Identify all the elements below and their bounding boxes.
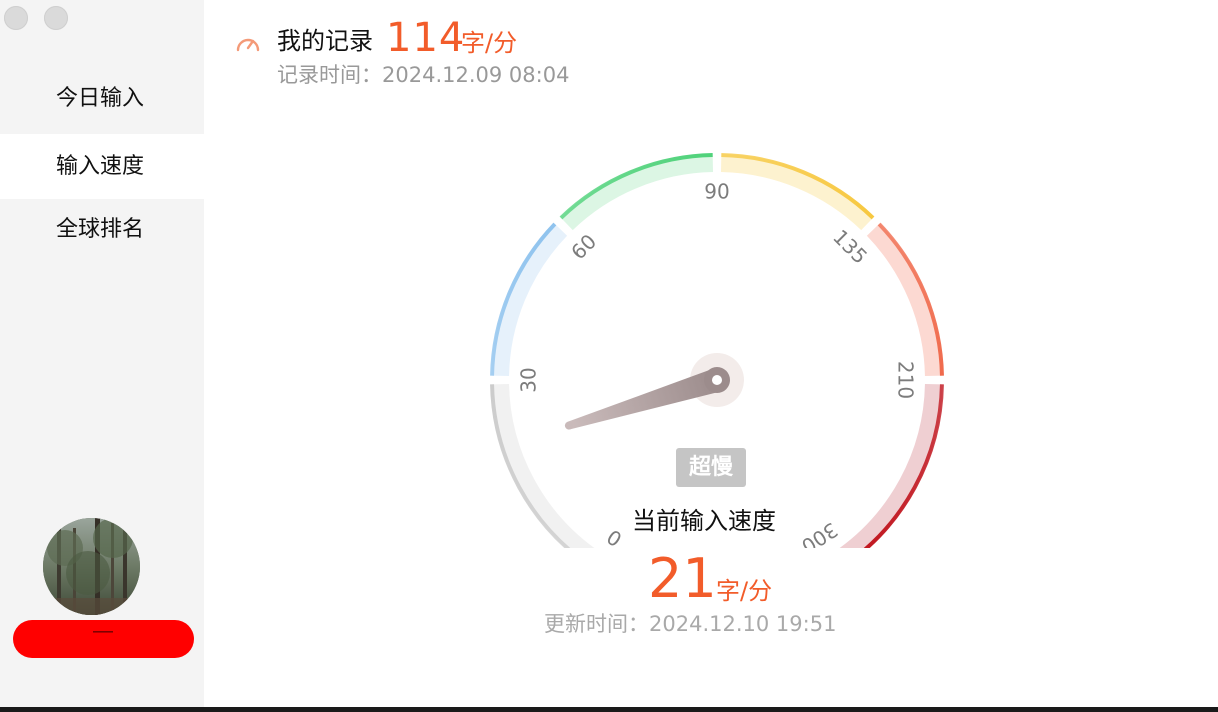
my-record-label: 我的记录: [277, 27, 373, 55]
window-minimize-icon[interactable]: [44, 6, 68, 30]
gauge-band-red: [839, 383, 943, 548]
sidebar-item-label: 今日输入: [56, 86, 145, 111]
gauge-tick-label: 60: [566, 229, 601, 264]
my-record-unit: 字/分: [461, 29, 518, 57]
sidebar-item-label: 全球排名: [56, 217, 145, 242]
current-speed-value: 21: [648, 547, 717, 610]
speed-level-badge: 超慢: [676, 448, 746, 487]
update-time: 更新时间：2024.12.10 19:51: [544, 612, 837, 636]
gauge-tick-label: 90: [704, 180, 729, 204]
gauge-tick-label: 135: [828, 225, 872, 269]
my-record-value: 114: [386, 15, 466, 61]
window-close-icon[interactable]: [4, 6, 28, 30]
bottom-red-button[interactable]: —: [13, 620, 194, 658]
bottom-button-label: —: [93, 620, 114, 642]
gauge-band-gray: [491, 383, 595, 548]
sidebar-item-label: 输入速度: [56, 154, 145, 179]
gauge-needle: [567, 368, 721, 430]
sidebar-item-today-input[interactable]: 今日输入: [0, 66, 204, 131]
avatar-forest-image: [43, 518, 140, 615]
gauge-tick-label: 210: [894, 361, 918, 399]
avatar[interactable]: [43, 518, 140, 615]
gauge-tick-label: 30: [517, 367, 541, 392]
current-speed-caption: 当前输入速度: [632, 507, 776, 535]
sidebar: 今日输入 输入速度 全球排名 —: [0, 0, 204, 707]
sidebar-item-global-ranking[interactable]: 全球排名: [0, 197, 204, 262]
app-window: 今日输入 输入速度 全球排名 — 我的记录 114 字/分 记录时间：2024.…: [0, 0, 1218, 712]
needle-hub-dot: [712, 375, 722, 385]
current-speed-unit: 字/分: [716, 577, 773, 605]
sidebar-item-input-speed[interactable]: 输入速度: [0, 134, 204, 199]
gauge-needle-tip: [564, 421, 573, 430]
speedometer-icon: [236, 38, 260, 52]
window-bottom-edge: [0, 707, 1218, 712]
record-time: 记录时间：2024.12.09 08:04: [277, 63, 570, 87]
